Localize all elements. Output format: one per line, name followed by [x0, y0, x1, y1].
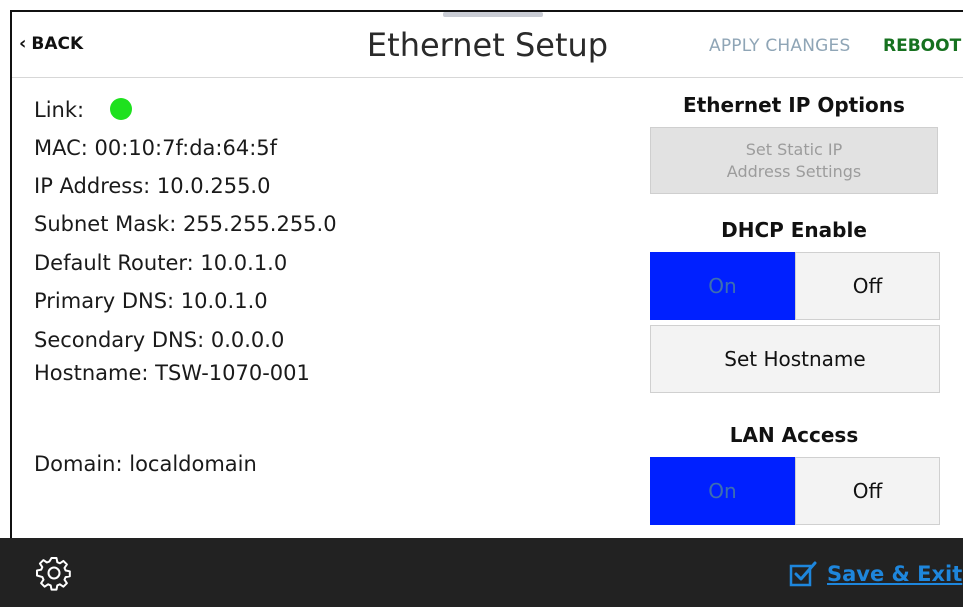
default-router: Default Router: 10.0.1.0 — [34, 251, 288, 275]
gear-icon[interactable] — [36, 555, 72, 591]
lan-access-heading: LAN Access — [729, 423, 859, 447]
primary-dns: Primary DNS: 10.0.1.0 — [34, 289, 268, 313]
mac-address: MAC: 00:10:7f:da:64:5f — [34, 136, 278, 160]
back-label: BACK — [31, 34, 84, 54]
link-row: Link: — [34, 98, 133, 122]
ethernet-setup-screen: ‹ BACK Ethernet Setup APPLY CHANGES REBO… — [0, 0, 963, 607]
subnet-mask: Subnet Mask: 255.255.255.0 — [34, 212, 337, 236]
dhcp-on-button[interactable]: On — [650, 252, 795, 320]
ethernet-ip-options-heading: Ethernet IP Options — [683, 93, 905, 117]
static-ip-label-line2: Address Settings — [726, 161, 862, 181]
lan-off-button[interactable]: Off — [795, 457, 940, 525]
reboot-button[interactable]: REBOOT — [883, 36, 961, 56]
save-and-exit-button[interactable]: Save & Exit — [789, 560, 962, 588]
secondary-dns: Secondary DNS: 0.0.0.0 — [34, 328, 285, 352]
checkbox-check-icon — [789, 561, 817, 587]
screen-left-border — [10, 10, 12, 538]
set-static-ip-button[interactable]: Set Static IP Address Settings — [650, 127, 938, 194]
back-button[interactable]: ‹ BACK — [19, 34, 83, 54]
link-label: Link: — [34, 98, 85, 122]
ip-address: IP Address: 10.0.255.0 — [34, 174, 271, 198]
save-and-exit-label: Save & Exit — [827, 562, 963, 586]
chevron-left-icon: ‹ — [19, 33, 27, 54]
apply-changes-button[interactable]: APPLY CHANGES — [709, 36, 850, 56]
link-status-indicator — [110, 98, 133, 120]
dhcp-enable-heading: DHCP Enable — [721, 218, 867, 242]
footer-bar: Save & Exit — [0, 538, 963, 607]
set-hostname-button[interactable]: Set Hostname — [650, 325, 940, 393]
header-bar: ‹ BACK Ethernet Setup APPLY CHANGES REBO… — [12, 12, 963, 78]
dhcp-toggle: On Off — [650, 252, 940, 320]
dhcp-off-button[interactable]: Off — [795, 252, 940, 320]
lan-access-toggle: On Off — [650, 457, 940, 525]
static-ip-label-line1: Set Static IP — [745, 139, 843, 159]
lan-on-button[interactable]: On — [650, 457, 795, 525]
domain: Domain: localdomain — [34, 452, 257, 476]
hostname: Hostname: TSW-1070-001 — [34, 361, 310, 385]
